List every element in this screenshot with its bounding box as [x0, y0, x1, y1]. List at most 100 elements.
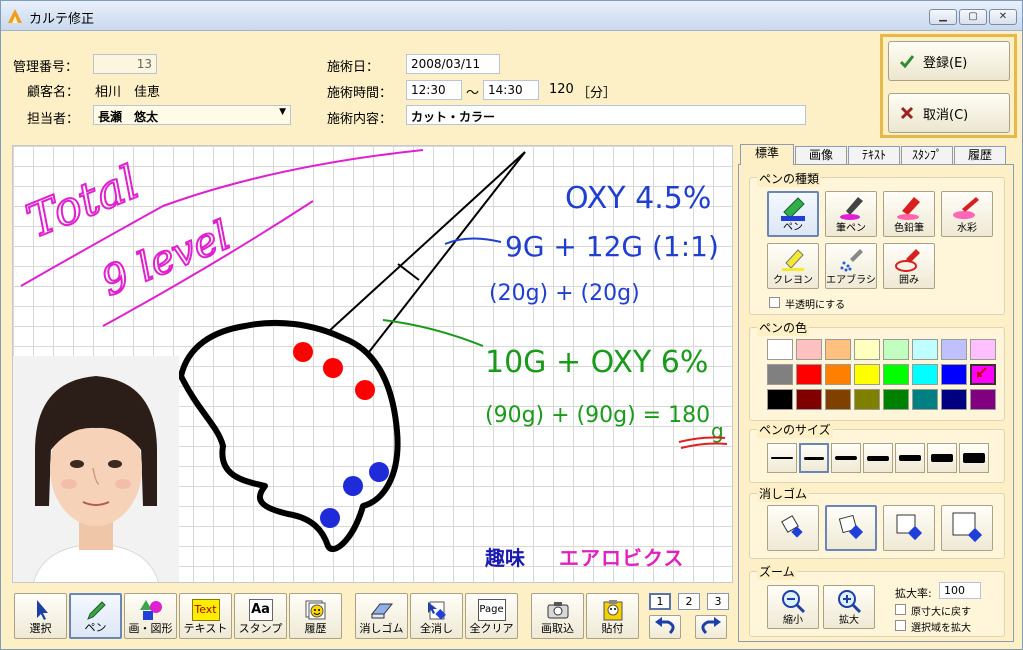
color-swatch[interactable]: [825, 389, 851, 410]
pen-size-option[interactable]: [799, 443, 829, 473]
history-tool-button[interactable]: 履歴: [289, 593, 342, 639]
eraser-size-large[interactable]: [883, 505, 935, 551]
time-end-field[interactable]: 14:30: [483, 80, 539, 100]
color-swatch[interactable]: [767, 339, 793, 360]
close-button[interactable]: ✕: [989, 9, 1017, 25]
eraser-medium-icon: [838, 514, 864, 540]
eraser-xlarge-icon: [952, 512, 983, 543]
expand-selection-checkbox[interactable]: [895, 620, 906, 631]
date-field[interactable]: 2008/03/11: [406, 54, 500, 74]
pen-size-option[interactable]: [959, 443, 989, 473]
pen-size-option[interactable]: [863, 443, 893, 473]
pen-type-color-pencil-label: 色鉛筆: [894, 223, 924, 234]
undo-button[interactable]: [649, 615, 681, 639]
color-swatch[interactable]: [883, 339, 909, 360]
management-number-field: 13: [93, 54, 157, 74]
pen-size-line: [899, 455, 921, 461]
customer-label: 顧客名：: [27, 85, 80, 100]
paste-button[interactable]: 貼付: [586, 593, 639, 639]
undo-icon: [655, 617, 675, 635]
hobby-label: 趣味: [485, 546, 525, 570]
maximize-button[interactable]: ▢: [959, 9, 987, 25]
color-swatch[interactable]: [941, 389, 967, 410]
pen-size-option[interactable]: [767, 443, 797, 473]
tab-image[interactable]: 画像: [795, 146, 847, 164]
duration-value: 120: [549, 82, 574, 97]
color-swatch[interactable]: [767, 364, 793, 385]
color-swatch[interactable]: [883, 364, 909, 385]
staff-select[interactable]: 長瀬 悠太 ▼: [93, 105, 291, 125]
pen-type-pen-label: ペン: [783, 222, 803, 233]
page-clear-icon: Page: [477, 599, 506, 621]
color-swatch[interactable]: [796, 389, 822, 410]
pen-type-title: ペンの種類: [757, 170, 822, 187]
content-field[interactable]: カット・カラー: [406, 105, 806, 125]
pen-type-pen[interactable]: ペン: [767, 191, 819, 237]
minimize-button[interactable]: ▁: [929, 9, 957, 25]
red-dot: [355, 380, 375, 400]
eraser-size-medium[interactable]: [825, 505, 877, 551]
eraser-size-small[interactable]: [767, 505, 819, 551]
pen-size-option[interactable]: [895, 443, 925, 473]
handwriting-oxy: OXY 4.5%: [565, 181, 711, 216]
original-size-checkbox[interactable]: [895, 604, 906, 615]
color-swatch[interactable]: [767, 389, 793, 410]
pen-type-enclose[interactable]: 囲み: [883, 243, 935, 289]
stamp-tool-button[interactable]: Aa スタンプ: [234, 593, 287, 639]
pen-size-option[interactable]: [927, 443, 957, 473]
color-swatch[interactable]: [825, 339, 851, 360]
page-clear-button[interactable]: Page 全クリア: [465, 593, 518, 639]
semi-transparent-checkbox[interactable]: [769, 297, 780, 308]
color-swatch[interactable]: [970, 339, 996, 360]
select-tool-button[interactable]: 選択: [14, 593, 67, 639]
color-swatch[interactable]: [854, 389, 880, 410]
zoom-out-button[interactable]: 縮小: [767, 585, 819, 629]
color-swatch[interactable]: [912, 364, 938, 385]
pen-type-crayon[interactable]: クレヨン: [767, 243, 819, 289]
color-swatch[interactable]: [941, 339, 967, 360]
text-tool-button[interactable]: Text テキスト: [179, 593, 232, 639]
pen-size-option[interactable]: [831, 443, 861, 473]
minimize-icon: ▁: [939, 11, 947, 22]
color-swatch[interactable]: [912, 339, 938, 360]
zoom-out-label: 縮小: [783, 615, 803, 626]
color-swatch[interactable]: [796, 364, 822, 385]
camera-icon: [547, 602, 568, 619]
tab-text[interactable]: ﾃｷｽﾄ: [848, 146, 900, 164]
eraser-tool-button[interactable]: 消しゴム: [355, 593, 408, 639]
zoom-in-button[interactable]: 拡大: [823, 585, 875, 629]
pen-type-brush-pen[interactable]: 筆ペン: [825, 191, 877, 237]
select-tool-label: 選択: [29, 622, 52, 635]
color-swatch[interactable]: [825, 364, 851, 385]
color-swatch[interactable]: [912, 389, 938, 410]
cancel-button[interactable]: 取消(C): [888, 93, 1010, 133]
drawing-canvas[interactable]: Total 9 level OXY 4.5% 9G + 12G (1:1) (2…: [12, 145, 733, 583]
color-swatch[interactable]: [970, 364, 996, 385]
time-start-field[interactable]: 12:30: [406, 80, 462, 100]
pen-type-watercolor[interactable]: 水彩: [941, 191, 993, 237]
shapes-tool-label: 画・図形: [128, 622, 173, 635]
tab-standard[interactable]: 標準: [740, 144, 794, 165]
color-swatch[interactable]: [854, 364, 880, 385]
tab-stamp[interactable]: ｽﾀﾝﾌﾟ: [901, 146, 953, 164]
tab-history[interactable]: 履歴: [954, 146, 1006, 164]
color-swatch[interactable]: [796, 339, 822, 360]
pen-type-airbrush[interactable]: エアブラシ: [825, 243, 877, 289]
eraser-size-xlarge[interactable]: [941, 505, 993, 551]
text-icon: Text: [191, 599, 220, 621]
page-3-button[interactable]: 3: [707, 593, 729, 610]
page-2-button[interactable]: 2: [678, 593, 700, 610]
redo-button[interactable]: [695, 615, 727, 639]
register-button[interactable]: 登録(E): [888, 41, 1010, 81]
page-1-button[interactable]: 1: [649, 593, 671, 610]
color-swatch[interactable]: [970, 389, 996, 410]
pen-tool-button[interactable]: ペン: [69, 593, 122, 639]
shapes-tool-button[interactable]: 画・図形: [124, 593, 177, 639]
color-swatch[interactable]: [883, 389, 909, 410]
color-swatch[interactable]: [941, 364, 967, 385]
image-import-button[interactable]: 画取込: [531, 593, 584, 639]
clear-all-button[interactable]: 全消し: [410, 593, 463, 639]
pen-type-color-pencil[interactable]: 色鉛筆: [883, 191, 935, 237]
color-swatch[interactable]: [854, 339, 880, 360]
zoom-rate-field[interactable]: 100: [939, 582, 981, 599]
